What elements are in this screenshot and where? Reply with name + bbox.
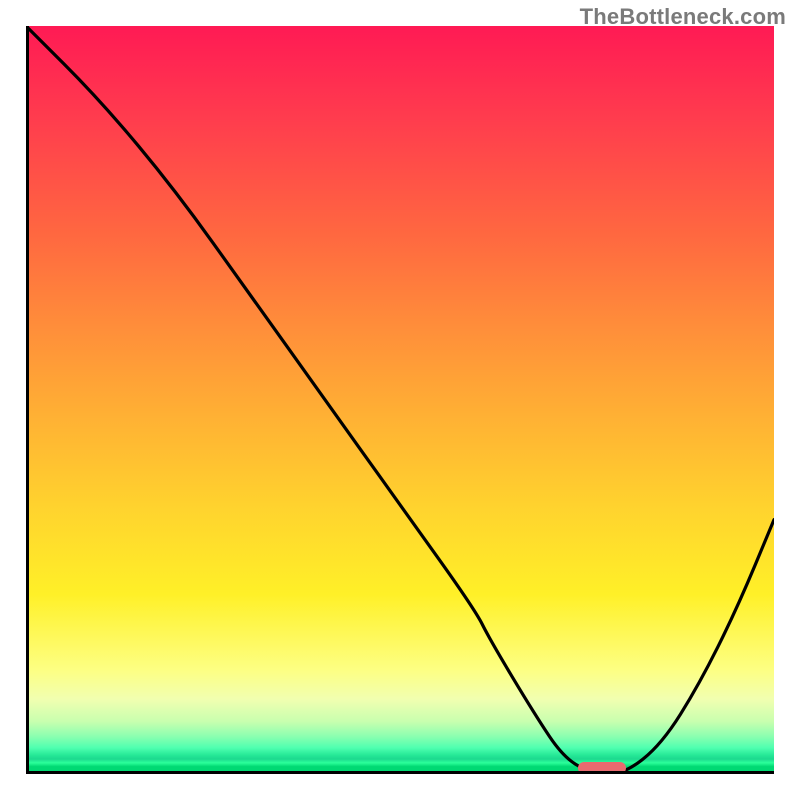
- chart-container: TheBottleneck.com: [0, 0, 800, 800]
- bottleneck-curve: [26, 26, 774, 774]
- highlight-marker: [578, 762, 627, 774]
- curve-svg: [26, 26, 774, 774]
- plot-area: [26, 26, 774, 774]
